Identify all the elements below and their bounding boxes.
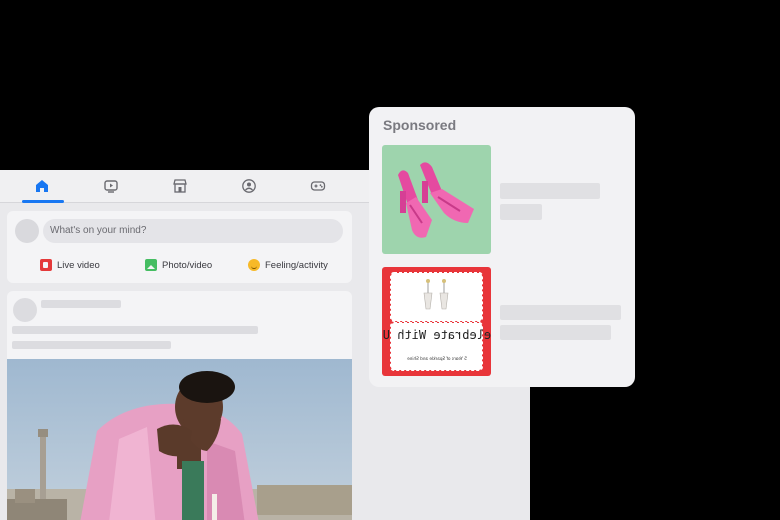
nav-groups-tab[interactable] <box>214 170 284 202</box>
feeling-activity-label: Feeling/activity <box>265 259 328 271</box>
home-icon <box>36 180 48 192</box>
ad-headline: Celebrate With Us <box>382 328 491 342</box>
live-video-label: Live video <box>57 259 100 271</box>
avatar <box>15 219 39 243</box>
nav-video-tab[interactable] <box>76 170 146 202</box>
ad-text-placeholder <box>500 305 621 320</box>
post-text-placeholder <box>12 326 258 334</box>
gaming-icon <box>310 181 326 191</box>
groups-icon <box>242 179 256 193</box>
earrings-promo-image: Celebrate With Us 5 Years of Sparkle and… <box>382 267 491 376</box>
photo-video-button[interactable]: Photo/video <box>145 253 212 277</box>
live-video-icon <box>40 259 52 271</box>
live-video-button[interactable]: Live video <box>40 253 100 277</box>
post-author-placeholder <box>41 300 121 308</box>
avatar <box>13 298 37 322</box>
composer-actions: Live video Photo/video Feeling/activity <box>7 253 352 277</box>
ad-text-placeholder <box>500 183 600 199</box>
marketplace-icon <box>173 179 187 193</box>
feeling-icon <box>248 259 260 271</box>
whats-on-your-mind-input[interactable]: What's on your mind? <box>43 219 343 243</box>
nav-gaming-tab[interactable] <box>283 170 353 202</box>
sponsored-panel: Sponsored elebrate With U 5 Years of Spa… <box>369 107 635 387</box>
ad-text-placeholder <box>500 325 611 340</box>
feed-post <box>7 291 352 520</box>
post-photo[interactable] <box>7 359 352 520</box>
post-composer: What's on your mind? Live video Photo/vi… <box>7 211 352 283</box>
video-icon <box>104 180 118 193</box>
post-text-placeholder <box>12 341 171 349</box>
photo-video-label: Photo/video <box>162 259 213 271</box>
nav-home-tab[interactable] <box>7 170 77 203</box>
sponsored-title: Sponsored <box>383 117 457 133</box>
photo-icon <box>145 259 157 271</box>
celebrate-earrings-ad[interactable]: Celebrate With Us 5 Years of Sparkle and… <box>382 267 491 376</box>
feeling-activity-button[interactable]: Feeling/activity <box>248 253 328 277</box>
nav-marketplace-tab[interactable] <box>145 170 215 202</box>
pink-sandals-ad[interactable] <box>382 145 491 254</box>
top-navigation-bar <box>0 170 370 203</box>
pink-sandals-image <box>382 145 491 254</box>
ad-text-placeholder <box>500 204 542 220</box>
person-in-pink-jacket-image <box>7 359 352 520</box>
ad-subline: 5 Years of Sparkle and Shine <box>407 356 467 361</box>
